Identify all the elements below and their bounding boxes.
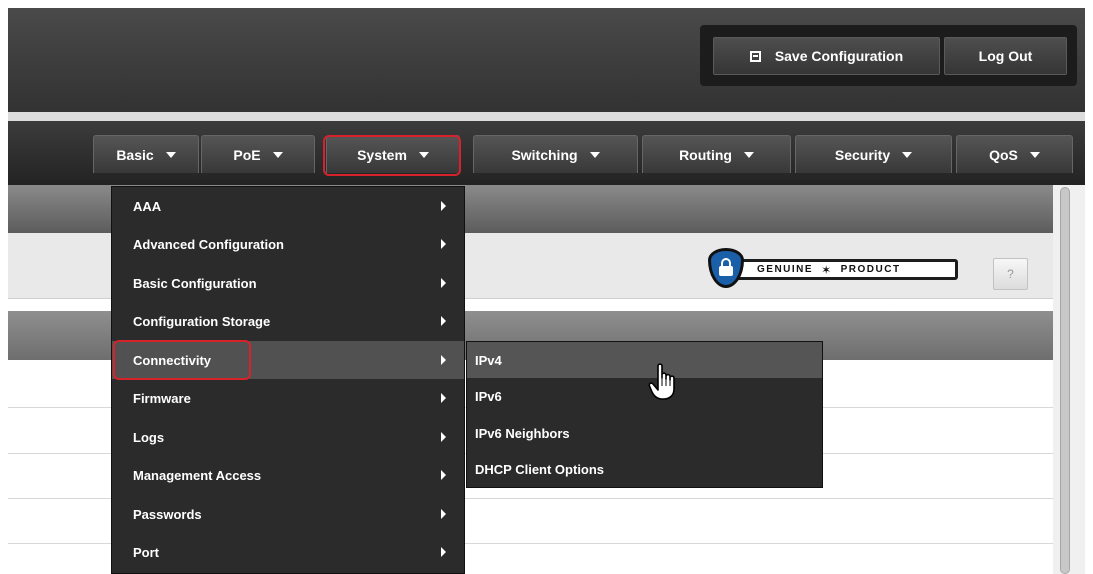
caret-down-icon xyxy=(589,151,600,158)
log-out-button[interactable]: Log Out xyxy=(944,37,1067,75)
tab-qos[interactable]: QoS xyxy=(956,135,1073,173)
chevron-right-icon xyxy=(441,278,446,288)
connectivity-highlight xyxy=(113,340,251,380)
hand-pointer-icon xyxy=(648,363,675,400)
top-actions: Save Configuration Log Out xyxy=(700,25,1077,86)
menu-item-label: AAA xyxy=(133,198,162,214)
chevron-right-icon xyxy=(441,355,446,365)
menu-item-management-access[interactable]: Management Access xyxy=(112,456,464,494)
chevron-right-icon xyxy=(441,509,446,519)
submenu-item-ipv4[interactable]: IPv4 xyxy=(467,342,822,378)
menu-item-aaa[interactable]: AAA xyxy=(112,187,464,225)
system-tab-highlight xyxy=(323,135,461,176)
header-divider xyxy=(8,112,1085,121)
chevron-right-icon xyxy=(441,201,446,211)
menu-item-firmware[interactable]: Firmware xyxy=(112,379,464,417)
menu-item-label: Port xyxy=(133,544,159,560)
menu-item-label: Management Access xyxy=(133,467,262,483)
menu-item-label: Passwords xyxy=(133,506,202,522)
tab-basic[interactable]: Basic xyxy=(93,135,199,173)
vertical-scrollbar[interactable] xyxy=(1053,185,1085,574)
chevron-right-icon xyxy=(441,316,446,326)
save-configuration-label: Save Configuration xyxy=(774,48,904,64)
submenu-item-ipv6[interactable]: IPv6 xyxy=(467,378,822,414)
menu-item-basic-configuration[interactable]: Basic Configuration xyxy=(112,264,464,302)
menu-item-label: Configuration Storage xyxy=(133,313,271,329)
menu-item-configuration-storage[interactable]: Configuration Storage xyxy=(112,302,464,340)
chevron-right-icon xyxy=(441,393,446,403)
connectivity-submenu: IPv4 IPv6 IPv6 Neighbors DHCP Client Opt… xyxy=(466,341,823,488)
scrollbar-thumb[interactable] xyxy=(1060,187,1070,574)
badge-text-box: GENUINE ✶ PRODUCT xyxy=(728,259,958,280)
tab-security[interactable]: Security xyxy=(795,135,952,173)
menu-item-advanced-configuration[interactable]: Advanced Configuration xyxy=(112,225,464,263)
caret-down-icon xyxy=(272,151,283,158)
menu-item-label: Logs xyxy=(133,429,165,445)
help-button[interactable]: ? xyxy=(993,258,1028,290)
menu-item-label: Basic Configuration xyxy=(133,275,257,291)
menu-item-logs[interactable]: Logs xyxy=(112,418,464,456)
shield-lock-icon xyxy=(708,248,744,288)
tab-label: QoS xyxy=(989,146,1018,163)
save-configuration-button[interactable]: Save Configuration xyxy=(713,37,940,75)
caret-down-icon xyxy=(743,151,754,158)
tab-poe[interactable]: PoE xyxy=(201,135,315,173)
chevron-right-icon xyxy=(441,547,446,557)
submenu-item-ipv6-neighbors[interactable]: IPv6 Neighbors xyxy=(467,415,822,451)
tab-label: Routing xyxy=(679,146,732,163)
tab-label: Basic xyxy=(116,146,154,163)
tab-switching[interactable]: Switching xyxy=(473,135,638,173)
caret-down-icon xyxy=(1029,151,1040,158)
chevron-right-icon xyxy=(441,239,446,249)
genuine-product-badge: GENUINE ✶ PRODUCT xyxy=(708,248,960,288)
tab-routing[interactable]: Routing xyxy=(642,135,791,173)
tab-label: Security xyxy=(834,146,891,163)
chevron-right-icon xyxy=(441,470,446,480)
menu-item-passwords[interactable]: Passwords xyxy=(112,495,464,533)
menu-item-label: Advanced Configuration xyxy=(133,236,284,252)
menu-item-port[interactable]: Port xyxy=(112,533,464,571)
tab-label: Switching xyxy=(511,146,578,163)
main-nav: Basic PoE System Switching Routing Secur… xyxy=(8,121,1085,185)
tab-label: PoE xyxy=(233,146,261,163)
badge-genuine-text: GENUINE xyxy=(757,264,814,275)
lock-icon xyxy=(719,258,733,276)
caret-down-icon xyxy=(165,151,176,158)
system-dropdown-menu: AAA Advanced Configuration Basic Configu… xyxy=(111,186,465,574)
menu-item-label: Firmware xyxy=(133,390,191,406)
ubiquiti-logo-icon: ✶ xyxy=(821,262,833,277)
submenu-item-dhcp-client-options[interactable]: DHCP Client Options xyxy=(467,451,822,487)
floppy-disk-icon xyxy=(749,50,761,62)
caret-down-icon xyxy=(902,151,913,158)
badge-product-text: PRODUCT xyxy=(840,264,901,275)
chevron-right-icon xyxy=(441,432,446,442)
